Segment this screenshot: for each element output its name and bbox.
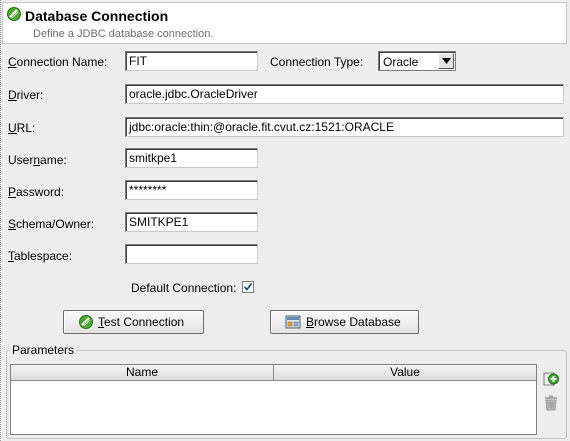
browse-database-label: Browse Database	[306, 315, 401, 329]
checkmark-icon	[243, 283, 253, 291]
browse-database-button[interactable]: Browse Database	[270, 310, 419, 334]
url-label: URL:	[8, 121, 36, 135]
schema-owner-field[interactable]: SMITKPE1	[125, 212, 258, 232]
driver-label: Driver:	[8, 88, 44, 102]
password-label: Password:	[8, 185, 65, 199]
header-panel: Database Connection Define a JDBC databa…	[2, 2, 567, 44]
page-title: Database Connection	[25, 8, 169, 24]
database-connection-icon	[6, 6, 22, 25]
connection-plug-icon	[78, 314, 94, 333]
username-label: Username:	[8, 153, 67, 167]
username-field[interactable]: smitkpe1	[125, 148, 258, 168]
add-parameter-icon[interactable]	[543, 370, 559, 389]
panel-left-border	[0, 0, 1, 441]
password-field[interactable]: ********	[125, 180, 258, 200]
delete-parameter-icon[interactable]	[544, 395, 558, 414]
column-header-value[interactable]: Value	[274, 365, 536, 381]
test-connection-label: Test Connection	[98, 315, 185, 329]
default-connection-checkbox[interactable]	[242, 281, 254, 293]
database-browse-icon	[285, 314, 301, 333]
connection-name-label: Connection Name:	[8, 55, 108, 69]
schema-owner-label: Schema/Owner:	[8, 217, 95, 231]
url-field[interactable]: jdbc:oracle:thin:@oracle.fit.cvut.cz:152…	[125, 117, 564, 137]
column-header-name[interactable]: Name	[11, 365, 274, 381]
default-connection-label: Default Connection:	[131, 281, 237, 295]
driver-field[interactable]: oracle.jdbc.OracleDriver	[125, 84, 564, 104]
connection-type-value: Oracle	[383, 55, 419, 69]
tablespace-label: Tablespace:	[8, 249, 73, 263]
chevron-down-icon	[442, 58, 451, 64]
parameters-title: Parameters	[10, 343, 77, 357]
test-connection-button[interactable]: Test Connection	[63, 310, 204, 334]
connection-type-select[interactable]: Oracle	[378, 51, 456, 71]
connection-type-label: Connection Type:	[270, 55, 364, 69]
connection-name-field[interactable]: FIT	[125, 51, 258, 71]
parameters-table[interactable]: Name Value	[10, 364, 537, 435]
dropdown-arrow-button[interactable]	[438, 53, 454, 69]
tablespace-field[interactable]	[125, 244, 258, 264]
page-subtitle: Define a JDBC database connection.	[33, 28, 214, 40]
